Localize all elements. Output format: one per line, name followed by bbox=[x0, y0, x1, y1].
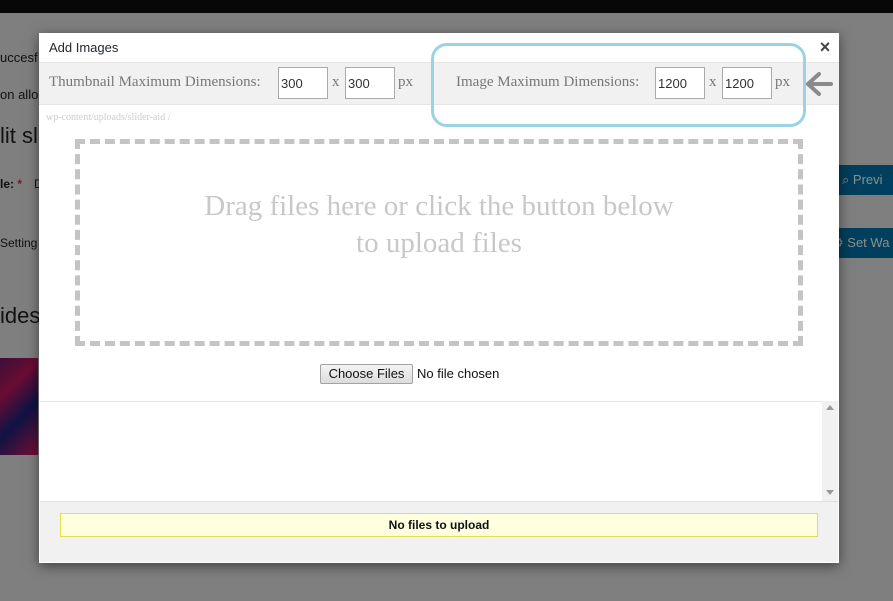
thumbnail-dimensions-label: Thumbnail Maximum Dimensions: bbox=[49, 74, 261, 90]
arrow-left-icon bbox=[806, 72, 833, 96]
modal-title: Add Images bbox=[49, 40, 119, 55]
times-sign: x bbox=[332, 74, 340, 90]
upload-path: wp-content/uploads/slider-aid / bbox=[46, 112, 171, 123]
drop-zone[interactable]: Drag files here or click the button belo… bbox=[75, 139, 803, 346]
thumbnail-width-input[interactable] bbox=[278, 67, 328, 99]
file-list-scrollbar[interactable] bbox=[822, 401, 838, 501]
file-list bbox=[40, 401, 822, 502]
drop-instructions: Drag files here or click the button belo… bbox=[204, 190, 674, 259]
unit-label: px bbox=[398, 74, 413, 90]
scroll-down-icon[interactable] bbox=[826, 490, 834, 495]
image-dimensions-highlight bbox=[431, 43, 806, 127]
no-file-text: No file chosen bbox=[417, 366, 500, 381]
thumbnail-height-input[interactable] bbox=[345, 67, 395, 99]
choose-files-button[interactable]: Choose Files bbox=[320, 364, 413, 384]
scroll-up-icon[interactable] bbox=[826, 405, 834, 410]
upload-status: No files to upload bbox=[60, 513, 818, 537]
close-icon[interactable]: × bbox=[815, 37, 835, 57]
